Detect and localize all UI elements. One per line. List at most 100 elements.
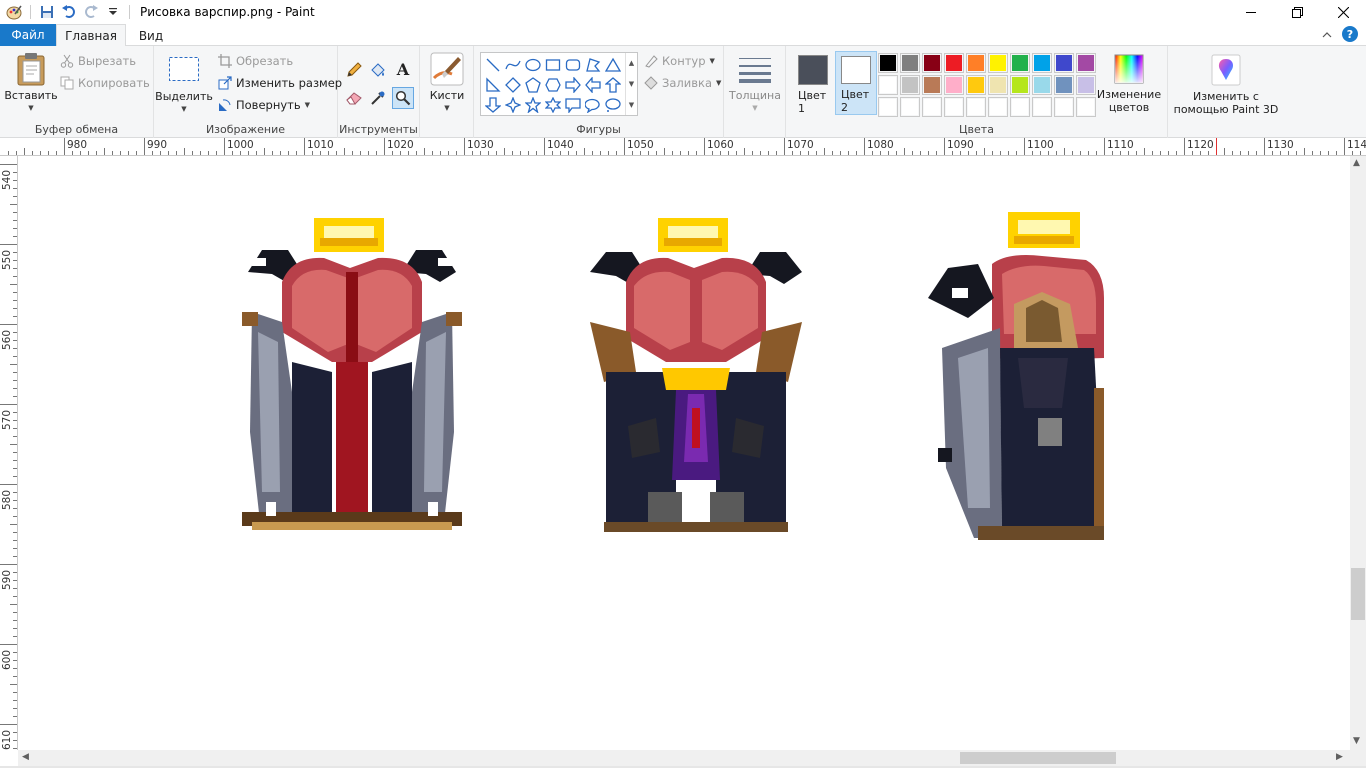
scroll-left-icon[interactable]: ◀ (22, 752, 29, 762)
five-point-star-shape-icon[interactable] (523, 95, 543, 115)
palette-swatch[interactable] (1076, 53, 1096, 73)
cut-button[interactable]: Вырезать (60, 54, 136, 68)
paste-button[interactable]: Вставить ▼ (4, 52, 58, 115)
rotate-button[interactable]: Повернуть ▼ (218, 98, 310, 112)
palette-swatch[interactable] (878, 53, 898, 73)
fill-bucket-icon[interactable] (368, 60, 388, 80)
rotate-dropdown-icon[interactable]: ▼ (305, 101, 310, 109)
palette-swatch[interactable] (1010, 97, 1030, 117)
palette-swatch[interactable] (1010, 53, 1030, 73)
palette-swatch[interactable] (944, 75, 964, 95)
scroll-down-icon[interactable]: ▼ (1353, 736, 1360, 746)
palette-swatch[interactable] (1054, 75, 1074, 95)
undo-icon[interactable] (59, 2, 79, 22)
palette-swatch[interactable] (900, 53, 920, 73)
customize-toolbar-icon[interactable] (103, 2, 123, 22)
scroll-up-icon[interactable]: ▲ (1353, 158, 1360, 168)
oval-callout-shape-icon[interactable] (583, 95, 603, 115)
palette-swatch[interactable] (922, 75, 942, 95)
line-shape-icon[interactable] (483, 55, 503, 75)
select-dropdown-icon[interactable]: ▼ (181, 103, 186, 116)
eraser-icon[interactable] (344, 88, 364, 108)
tab-home[interactable]: Главная (56, 24, 126, 47)
help-icon[interactable]: ? (1342, 26, 1358, 42)
six-point-star-shape-icon[interactable] (543, 95, 563, 115)
palette-swatch[interactable] (1032, 53, 1052, 73)
curve-shape-icon[interactable] (503, 55, 523, 75)
triangle-shape-icon[interactable] (603, 55, 623, 75)
tab-file[interactable]: Файл (0, 24, 56, 46)
magnifier-icon[interactable] (392, 87, 414, 109)
shapes-scroll-down-icon[interactable]: ▼ (629, 80, 634, 88)
edit-colors-button[interactable]: Изменение цветов (1096, 54, 1162, 114)
right-triangle-shape-icon[interactable] (483, 75, 503, 95)
palette-swatch[interactable] (1076, 75, 1096, 95)
palette-swatch[interactable] (1032, 75, 1052, 95)
palette-swatch[interactable] (966, 97, 986, 117)
palette-swatch[interactable] (988, 97, 1008, 117)
drawing-canvas[interactable] (18, 156, 1350, 750)
edit-with-paint3d-button[interactable]: Изменить с помощью Paint 3D (1172, 54, 1280, 116)
palette-swatch[interactable] (988, 53, 1008, 73)
tab-view[interactable]: Вид (132, 24, 170, 47)
select-button[interactable]: Выделить ▼ (155, 56, 213, 116)
palette-swatch[interactable] (900, 97, 920, 117)
fill-dropdown-icon[interactable]: ▼ (716, 79, 721, 87)
text-tool-icon[interactable]: A (392, 58, 414, 80)
paint-app-icon[interactable] (4, 2, 24, 22)
color-picker-icon[interactable] (368, 88, 388, 108)
rounded-rectangle-shape-icon[interactable] (563, 55, 583, 75)
vertical-scrollbar[interactable]: ▲ ▼ (1350, 156, 1366, 750)
brushes-dropdown-icon[interactable]: ▼ (444, 102, 449, 115)
outline-button[interactable]: Контур ▼ (644, 54, 715, 68)
palette-swatch[interactable] (1054, 53, 1074, 73)
paste-dropdown-icon[interactable]: ▼ (28, 102, 33, 115)
brushes-button[interactable]: Кисти ▼ (426, 52, 468, 115)
palette-swatch[interactable] (878, 75, 898, 95)
palette-swatch[interactable] (944, 97, 964, 117)
palette-swatch[interactable] (922, 53, 942, 73)
horizontal-scroll-thumb[interactable] (960, 752, 1116, 764)
shapes-scroll-up-icon[interactable]: ▲ (629, 59, 634, 67)
arrow-left-shape-icon[interactable] (583, 75, 603, 95)
pentagon-shape-icon[interactable] (523, 75, 543, 95)
palette-swatch[interactable] (1010, 75, 1030, 95)
palette-swatch[interactable] (878, 97, 898, 117)
cloud-callout-shape-icon[interactable] (603, 95, 623, 115)
color2-button[interactable]: Цвет 2 (835, 51, 877, 115)
crop-button[interactable]: Обрезать (218, 54, 293, 68)
minimize-button[interactable] (1228, 0, 1274, 24)
palette-swatch[interactable] (944, 53, 964, 73)
redo-icon[interactable] (81, 2, 101, 22)
resize-button[interactable]: Изменить размер (218, 76, 342, 90)
palette-swatch[interactable] (922, 97, 942, 117)
arrow-down-shape-icon[interactable] (483, 95, 503, 115)
color1-button[interactable]: Цвет 1 (794, 53, 832, 115)
palette-swatch[interactable] (900, 75, 920, 95)
palette-swatch[interactable] (1054, 97, 1074, 117)
scroll-right-icon[interactable]: ▶ (1336, 752, 1343, 762)
restore-button[interactable] (1274, 0, 1320, 24)
shapes-scroll[interactable]: ▲ ▼ ▼ (625, 53, 637, 115)
hexagon-shape-icon[interactable] (543, 75, 563, 95)
palette-swatch[interactable] (1032, 97, 1052, 117)
collapse-ribbon-icon[interactable] (1322, 27, 1332, 41)
fill-button[interactable]: Заливка ▼ (644, 76, 721, 90)
pencil-icon[interactable] (344, 60, 364, 80)
rectangle-shape-icon[interactable] (543, 55, 563, 75)
diamond-shape-icon[interactable] (503, 75, 523, 95)
polygon-shape-icon[interactable] (583, 55, 603, 75)
arrow-up-shape-icon[interactable] (603, 75, 623, 95)
horizontal-scrollbar[interactable]: ◀ ▶ (18, 750, 1350, 766)
palette-swatch[interactable] (988, 75, 1008, 95)
palette-swatch[interactable] (1076, 97, 1096, 117)
oval-shape-icon[interactable] (523, 55, 543, 75)
palette-swatch[interactable] (966, 53, 986, 73)
outline-dropdown-icon[interactable]: ▼ (710, 57, 715, 65)
four-point-star-shape-icon[interactable] (503, 95, 523, 115)
arrow-right-shape-icon[interactable] (563, 75, 583, 95)
save-icon[interactable] (37, 2, 57, 22)
rect-callout-shape-icon[interactable] (563, 95, 583, 115)
vertical-scroll-thumb[interactable] (1351, 568, 1365, 620)
shapes-more-icon[interactable]: ▼ (629, 101, 634, 109)
